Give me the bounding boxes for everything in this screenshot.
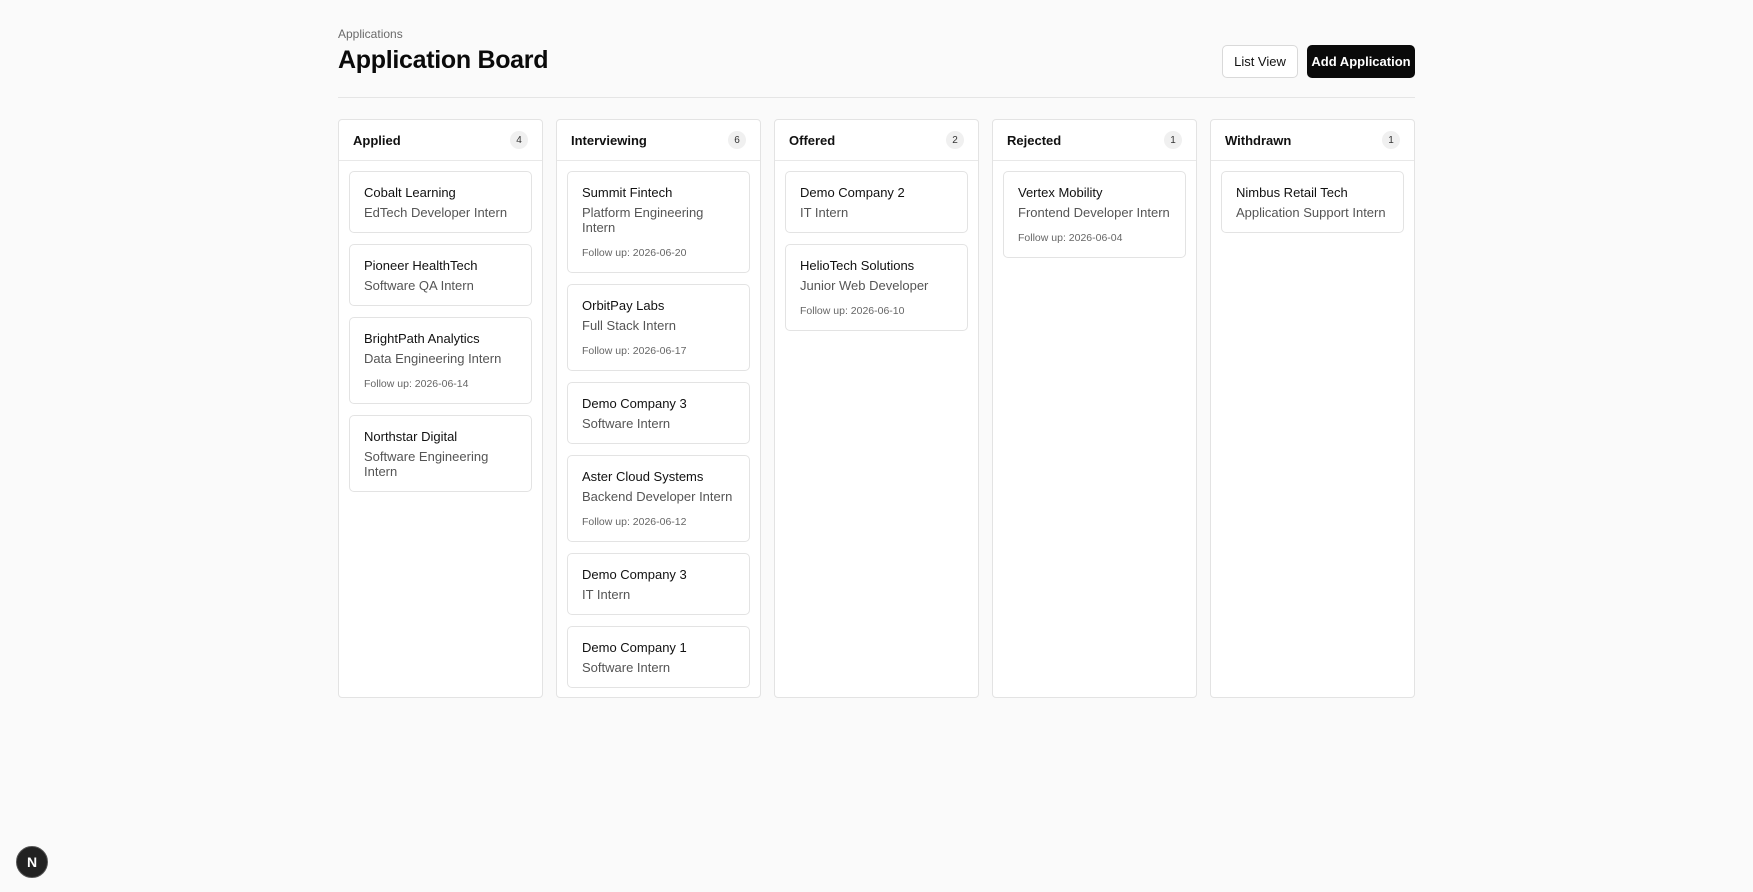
board-column-withdrawn: Withdrawn 1 Nimbus Retail Tech Application …: [1210, 119, 1415, 698]
list-view-button[interactable]: List View: [1222, 45, 1298, 78]
column-title: Offered: [789, 132, 836, 148]
board-column-applied: Applied 4 Cobalt Learning EdTech Developer …: [338, 119, 543, 698]
card-role: Platform Engineering Intern: [582, 205, 704, 235]
card-role: IT Intern: [800, 205, 849, 220]
column-title: Rejected: [1007, 132, 1062, 148]
card-role: Junior Web Developer: [800, 278, 929, 293]
card-role: Software QA Intern: [364, 278, 474, 293]
header-divider: [338, 97, 1415, 98]
card-role: Backend Developer Intern: [582, 489, 733, 504]
column-header: Applied 4: [339, 120, 542, 161]
breadcrumb[interactable]: Applications: [338, 27, 403, 41]
card-list: Cobalt Learning EdTech Developer Intern Pi…: [339, 161, 542, 502]
card-company: Cobalt Learning: [364, 185, 456, 200]
card-company: Demo Company 1: [582, 640, 687, 655]
column-header: Rejected 1: [993, 120, 1196, 161]
column-header: Offered 2: [775, 120, 978, 161]
card-company: Vertex Mobility: [1018, 185, 1103, 200]
application-card[interactable]: Northstar Digital Software Engineering In…: [349, 415, 532, 492]
card-company: HelioTech Solutions: [800, 258, 915, 273]
application-card[interactable]: OrbitPay Labs Full Stack Intern Follow up:…: [567, 284, 750, 371]
card-company: Demo Company 3: [582, 396, 687, 411]
card-follow-up-date: Follow up: 2026-06-04: [1018, 232, 1123, 244]
card-role: Software Intern: [582, 416, 671, 431]
application-card[interactable]: Nimbus Retail Tech Application Support In…: [1221, 171, 1404, 233]
card-company: Pioneer HealthTech: [364, 258, 478, 273]
card-company: Demo Company 2: [800, 185, 905, 200]
application-card[interactable]: Demo Company 3 Software Intern: [567, 382, 750, 444]
column-count-badge: 2: [946, 131, 964, 149]
card-company: OrbitPay Labs: [582, 298, 665, 313]
card-role: Full Stack Intern: [582, 318, 676, 333]
kanban-board: Applied 4 Cobalt Learning EdTech Developer …: [338, 119, 1415, 698]
application-card[interactable]: HelioTech Solutions Junior Web Developer F…: [785, 244, 968, 331]
card-role: IT Intern: [582, 587, 631, 602]
page-title: Application Board: [338, 46, 549, 74]
column-count-badge: 1: [1382, 131, 1400, 149]
card-role: Application Support Intern: [1236, 205, 1386, 220]
card-company: Demo Company 3: [582, 567, 687, 582]
card-follow-up-date: Follow up: 2026-06-20: [582, 247, 687, 259]
column-title: Withdrawn: [1225, 132, 1292, 148]
card-follow-up-date: Follow up: 2026-06-14: [364, 378, 469, 390]
application-card[interactable]: Demo Company 1 Software Intern: [567, 626, 750, 688]
column-title: Interviewing: [571, 132, 647, 148]
application-card[interactable]: Aster Cloud Systems Backend Developer Int…: [567, 455, 750, 542]
nextjs-logo-icon[interactable]: N: [16, 846, 48, 878]
card-follow-up-date: Follow up: 2026-06-10: [800, 305, 905, 317]
column-title: Applied: [353, 132, 401, 148]
card-role: Software Intern: [582, 660, 671, 675]
card-company: Summit Fintech: [582, 185, 673, 200]
card-company: BrightPath Analytics: [364, 331, 480, 346]
card-list: Demo Company 2 IT Intern HelioTech Solutio…: [775, 161, 978, 341]
card-company: Northstar Digital: [364, 429, 458, 444]
card-list: Summit Fintech Platform Engineering Inter…: [557, 161, 760, 698]
card-list: Nimbus Retail Tech Application Support In…: [1211, 161, 1414, 243]
card-follow-up-date: Follow up: 2026-06-17: [582, 345, 687, 357]
card-list: Vertex Mobility Frontend Developer Intern…: [993, 161, 1196, 268]
column-count-badge: 4: [510, 131, 528, 149]
application-card[interactable]: Demo Company 2 IT Intern: [785, 171, 968, 233]
board-column-interviewing: Interviewing 6 Summit Fintech Platform Engi…: [556, 119, 761, 698]
application-card[interactable]: Vertex Mobility Frontend Developer Intern…: [1003, 171, 1186, 258]
card-role: EdTech Developer Intern: [364, 205, 508, 220]
application-card[interactable]: Demo Company 3 IT Intern: [567, 553, 750, 615]
card-company: Aster Cloud Systems: [582, 469, 704, 484]
column-count-badge: 6: [728, 131, 746, 149]
card-role: Software Engineering Intern: [364, 449, 489, 479]
application-card[interactable]: Pioneer HealthTech Software QA Intern: [349, 244, 532, 306]
add-application-button[interactable]: Add Application: [1307, 45, 1415, 78]
application-card[interactable]: Summit Fintech Platform Engineering Inter…: [567, 171, 750, 273]
column-header: Interviewing 6: [557, 120, 760, 161]
header-actions: List View Add Application: [1222, 45, 1415, 78]
card-follow-up-date: Follow up: 2026-06-12: [582, 516, 687, 528]
column-count-badge: 1: [1164, 131, 1182, 149]
card-role: Data Engineering Intern: [364, 351, 502, 366]
board-column-offered: Offered 2 Demo Company 2 IT Intern HelioTech…: [774, 119, 979, 698]
application-card[interactable]: BrightPath Analytics Data Engineering Int…: [349, 317, 532, 404]
card-role: Frontend Developer Intern: [1018, 205, 1170, 220]
board-column-rejected: Rejected 1 Vertex Mobility Frontend Develop…: [992, 119, 1197, 698]
column-header: Withdrawn 1: [1211, 120, 1414, 161]
card-company: Nimbus Retail Tech: [1236, 185, 1348, 200]
application-card[interactable]: Cobalt Learning EdTech Developer Intern: [349, 171, 532, 233]
